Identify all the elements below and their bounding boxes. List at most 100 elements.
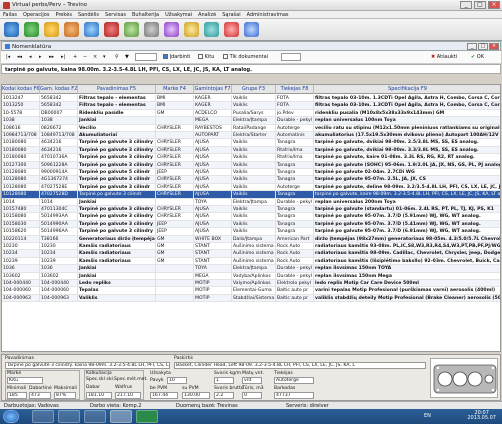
menu-prekes[interactable]: Prekės [52, 11, 75, 19]
table-row[interactable]: 10984713/708 10849713/708 Akumuliatoriai AU… [2, 132, 500, 140]
menu-sarasai[interactable]: Sąrašai [219, 11, 243, 19]
ok-button[interactable]: ✔ OK [471, 54, 484, 60]
pavadinimas-field[interactable]: Tarpinė po galvute 3 cilindry. kaina 98-… [5, 362, 170, 369]
menu-uzsakymai[interactable]: Užsakymai [162, 11, 195, 19]
close-button[interactable]: × [488, 1, 500, 9]
maksimali-field[interactable]: 87% [54, 392, 76, 399]
menu-sandelis[interactable]: Sandėlis [75, 11, 102, 19]
search-field-2[interactable] [281, 53, 301, 61]
table-row[interactable]: 10180080 4634216 Tarpinė po galvute 3 cili… [2, 146, 500, 155]
table-row[interactable]: 1013250 5658342 Filtras tepalo - elementas… [2, 102, 500, 110]
cancel-icon[interactable]: × [93, 54, 97, 60]
taskbar-active-app-icon[interactable] [110, 410, 132, 423]
checkbox-kitu[interactable]: Kitu [198, 54, 214, 60]
table-row[interactable]: 1013247 5658342 Filtras tepalo - elementas… [2, 95, 500, 103]
table-row[interactable]: 10220114 T38166 Generatoriaus diržo įtempė… [2, 235, 500, 243]
taskbar-a-icon[interactable] [136, 410, 158, 423]
column-header[interactable]: Pavadinimas F5 [78, 85, 156, 94]
prev-page-icon[interactable]: ◂◂ [17, 54, 22, 60]
matas-field[interactable]: vnt [242, 377, 262, 384]
table-row[interactable]: 10180080 47010736A Tarpinė po galvute 3 ci… [2, 154, 500, 162]
barkodas-field[interactable]: 47737 [274, 392, 314, 399]
table-row[interactable]: 10128080 99000914A Tarpinė po galvute 5 ci… [2, 169, 500, 177]
column-header[interactable]: Gamintojas F7 [194, 85, 232, 94]
box-icon[interactable] [64, 22, 79, 37]
last-record-icon[interactable]: ▸| [61, 54, 65, 60]
table-row[interactable]: 10158030 5014990AA Tarpinė po galvute 3 ci… [2, 220, 500, 229]
be-pvm-field[interactable]: 167.44 [150, 392, 178, 399]
remove-icon[interactable]: − [83, 54, 87, 60]
table-row[interactable]: 1014 1014 Jankiai TOYA Elektra/Įtampa Durable… [2, 198, 500, 206]
menu-failas[interactable]: Failas [0, 11, 20, 19]
filter-icon[interactable]: ▼ [125, 54, 129, 60]
clock[interactable]: 20:07 2013.05.07 [467, 411, 496, 421]
table-row[interactable]: 104-000963 104-000963 Valiklis MOTIP Stabdži… [2, 294, 500, 303]
taskbar-app-icon[interactable] [84, 410, 106, 423]
panel-maximize-button[interactable]: □ [478, 43, 488, 50]
column-header[interactable]: Marke F4 [156, 85, 194, 94]
table-row[interactable]: 1038 1038 Jankiai MEGA Elektra/Įtampa Durable… [2, 117, 500, 125]
table-row[interactable]: 10157480 47011304C Tarpinė po galvute 3 ci… [2, 206, 500, 214]
turis-field[interactable]: 0 [242, 392, 262, 399]
next-record-icon[interactable]: ▸ [39, 54, 42, 60]
minimize-button[interactable]: _ [460, 1, 472, 9]
items-table[interactable]: Kodai kodas F6 Gam. kodas F2 Pavadinimas F… [1, 84, 501, 352]
column-header[interactable]: Kodai kodas F6 [2, 85, 40, 94]
table-row[interactable]: 10128080 47027528D Tarpinė po galvute 3 ci… [2, 191, 500, 199]
table-row[interactable]: 104-000060 104-000060 Tepalas MOTIP Elementa… [2, 287, 500, 295]
chart-icon[interactable] [104, 22, 119, 37]
paskirtis-field[interactable]: Basket, Cilinder Head, Left 98-09. 3.2-3… [174, 362, 426, 369]
settings-icon[interactable] [144, 22, 159, 37]
column-header[interactable]: Specifikacija F9 [314, 85, 500, 94]
su-pvm-field[interactable]: 130.00 [182, 392, 210, 399]
table-row[interactable]: 10128080 4G1367274 Tarpinė po galvute 3 ci… [2, 176, 500, 184]
table-row[interactable]: 10128080 47027528E Tarpinė po galvute 3 ci… [2, 183, 500, 192]
minimali-field[interactable]: 185 [7, 392, 27, 399]
column-header[interactable]: Gam. kodas F2 [40, 85, 78, 94]
table-row[interactable]: 10230 10230 Kamšis radiatoriaus GM STANT Auši… [2, 243, 500, 251]
column-header[interactable]: Grupe F3 [232, 85, 276, 94]
table-row[interactable]: 104-000440 104-000440 Ledo repliks MOTIP Val… [2, 280, 500, 288]
taskbar-explorer-icon[interactable] [32, 410, 54, 423]
folder-icon[interactable] [44, 22, 59, 37]
table-row[interactable]: 10127300 50961228A Tarpinė po galvute 3 ci… [2, 161, 500, 169]
table-row[interactable]: 10234 10234 Kamšis radiatoriaus GM STANT Auši… [2, 250, 500, 258]
table-row[interactable]: 10158080 5014993AA Tarpinė po galvute 3 ci… [2, 213, 500, 221]
dropdown-icon[interactable]: ▾ [103, 54, 106, 60]
table-row[interactable]: 10-5578 DB00007 Ridenkliu pasidle GM ACDELCO… [2, 109, 500, 118]
language-indicator[interactable]: EN [424, 413, 431, 419]
checkbox-tik-dokumentai[interactable]: Tik dokumentai [223, 54, 268, 60]
menu-administravimas[interactable]: Administravimas [244, 11, 292, 19]
star-icon[interactable] [184, 22, 199, 37]
first-record-icon[interactable]: |◂ [6, 54, 10, 60]
dabar-field[interactable]: 181.10 [86, 392, 112, 399]
document-icon[interactable] [84, 22, 99, 37]
menu-analize[interactable]: Analizė [195, 11, 219, 19]
tiekejas-field[interactable]: Autoterge [274, 377, 314, 384]
marke-field[interactable]: Kitu [7, 377, 43, 384]
start-button[interactable] [3, 410, 19, 423]
users-icon[interactable] [164, 22, 179, 37]
delete-icon[interactable] [224, 22, 239, 37]
refresh-icon[interactable] [24, 22, 39, 37]
menu-operacijos[interactable]: Operacijos [20, 11, 53, 19]
checkbox-idarbinti[interactable]: Įdarbinti [163, 54, 190, 60]
svoris-field[interactable]: 1 [214, 377, 234, 384]
next-page-icon[interactable]: ▸▸ [49, 54, 54, 60]
table-row[interactable]: 10180080 4634216 Tarpinė po galvute 3 cili… [2, 139, 500, 147]
menu-servisas[interactable]: Servisas [102, 11, 129, 19]
walfrus-field[interactable]: 217.10 [115, 392, 141, 399]
table-row[interactable]: 103602 103602 Jankiai MEGA Vadyba/Aplinkos Du… [2, 272, 500, 280]
cancel-button[interactable]: ✖ Atšaukti [431, 54, 457, 60]
search-input[interactable] [135, 53, 157, 61]
dabartine-field[interactable]: 473 [29, 392, 51, 399]
column-header[interactable]: Tiekejas F8 [276, 85, 314, 94]
binoculars-icon[interactable]: ⚲ [115, 54, 119, 60]
taskbar-folder-icon[interactable] [58, 410, 80, 423]
maximize-button[interactable]: □ [474, 1, 486, 9]
filter-text[interactable]: tarpinė po galvute, kaina 98.00m. 3.2-3.… [1, 64, 501, 74]
panel-close-button[interactable]: × [489, 43, 499, 50]
bruto-field[interactable]: 2.2 [214, 392, 234, 399]
prev-record-icon[interactable]: ◂ [29, 54, 32, 60]
table-row[interactable]: 1036 1036 Jankiai TOYA Elektra/Įtampa Durable… [2, 265, 500, 273]
